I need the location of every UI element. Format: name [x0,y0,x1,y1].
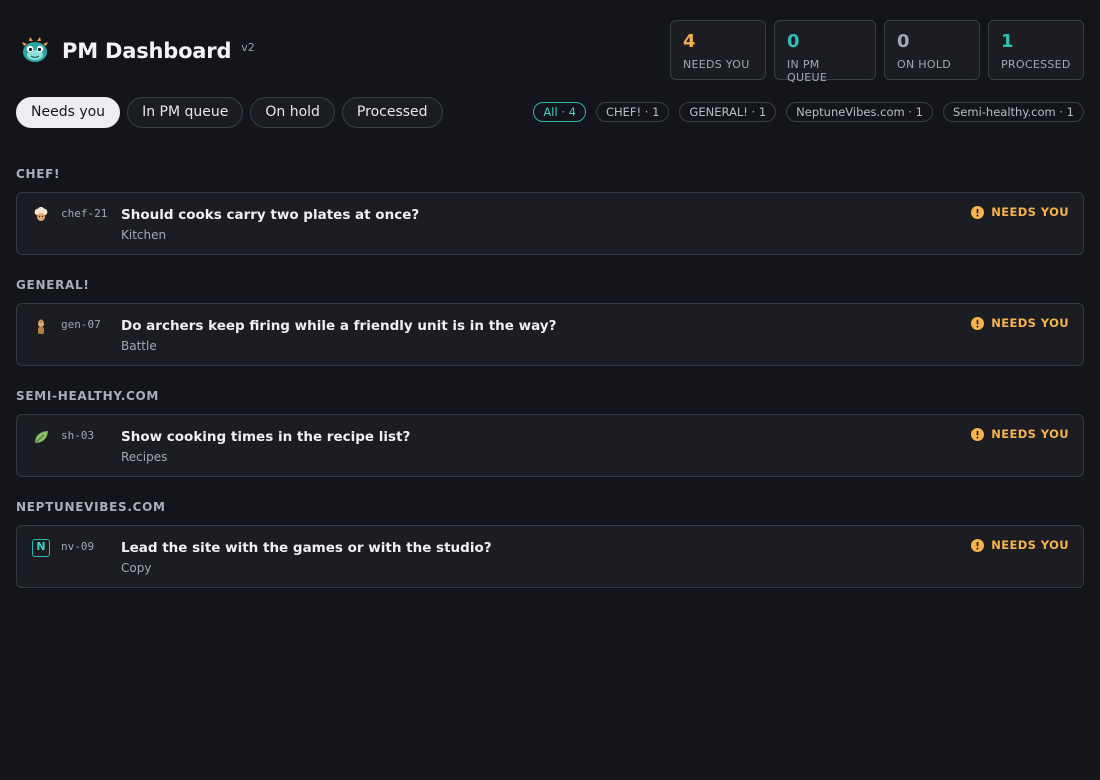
n-letter-icon: N [32,539,50,557]
stat-label: PROCESSED [1001,58,1071,71]
project-filters: All · 4 CHEF! · 1 GENERAL! · 1 NeptuneVi… [533,102,1084,122]
leaf-icon [34,431,48,444]
tab-in-pm-queue[interactable]: In PM queue [127,97,244,128]
section-label: GENERAL! [16,278,90,292]
stat-on-hold[interactable]: 0 ON HOLD [884,20,980,80]
filter-neptunevibes[interactable]: NeptuneVibes.com · 1 [786,102,933,122]
tab-processed[interactable]: Processed [341,97,443,128]
status-text: NEEDS YOU [991,538,1069,552]
chef-hat-icon [34,206,48,221]
item-question: Lead the site with the games or with the… [121,540,492,556]
stat-label: IN PM QUEUE [787,58,828,84]
list-item[interactable]: sh-03 Show cooking times in the recipe l… [16,414,1084,477]
item-question: Do archers keep firing while a friendly … [121,318,557,334]
teal-creature-logo-icon [22,37,48,62]
version-badge: v2 [241,40,255,54]
section-label: CHEF! [16,167,61,181]
stat-value: 4 [683,31,696,52]
tab-on-hold[interactable]: On hold [250,97,335,128]
item-code: sh-03 [61,429,95,442]
warning-icon [971,538,985,552]
stat-in-pm-queue[interactable]: 0 IN PM QUEUE [774,20,876,84]
stat-needs-you[interactable]: 4 NEEDS YOU [670,20,766,80]
stat-processed[interactable]: 1 PROCESSED [988,20,1084,80]
status-tabs: Needs you In PM queue On hold Processed [16,97,443,128]
status-text: NEEDS YOU [991,427,1069,441]
item-code: nv-09 [61,540,95,553]
status-badge: NEEDS YOU [971,538,1069,552]
item-code: gen-07 [61,318,101,331]
stat-value: 0 [787,31,800,52]
status-badge: NEEDS YOU [971,316,1069,330]
status-badge: NEEDS YOU [971,205,1069,219]
section-label: NEPTUNEVIBES.COM [16,500,166,514]
filter-all[interactable]: All · 4 [533,102,586,122]
stat-value: 0 [897,31,910,52]
status-text: NEEDS YOU [991,316,1069,330]
soldier-icon [38,319,44,334]
item-area: Copy [121,561,152,575]
stats-bar: 4 NEEDS YOU 0 IN PM QUEUE 0 ON HOLD 1 PR… [670,20,1084,84]
filter-general[interactable]: GENERAL! · 1 [679,102,777,122]
tab-needs-you[interactable]: Needs you [16,97,121,128]
item-area: Recipes [121,450,168,464]
section-label: SEMI-HEALTHY.COM [16,389,160,403]
stat-label: NEEDS YOU [683,58,750,71]
stat-label: ON HOLD [897,58,952,71]
status-badge: NEEDS YOU [971,427,1069,441]
item-question: Should cooks carry two plates at once? [121,207,420,223]
list-item[interactable]: gen-07 Do archers keep firing while a fr… [16,303,1084,366]
header: PM Dashboard v2 4 NEEDS YOU 0 IN PM QUEU… [16,20,1084,84]
filter-chef[interactable]: CHEF! · 1 [595,102,670,122]
item-code: chef-21 [61,207,108,220]
warning-icon [971,316,985,330]
filter-semi-healthy[interactable]: Semi-healthy.com · 1 [943,102,1084,122]
list-item[interactable]: chef-21 Should cooks carry two plates at… [16,192,1084,255]
stat-value: 1 [1001,31,1014,52]
warning-icon [971,427,985,441]
warning-icon [971,205,985,219]
brand: PM Dashboard v2 [20,36,255,66]
status-text: NEEDS YOU [991,205,1069,219]
item-area: Kitchen [121,228,167,242]
list-item[interactable]: N nv-09 Lead the site with the games or … [16,525,1084,588]
item-question: Show cooking times in the recipe list? [121,429,411,445]
item-area: Battle [121,339,157,353]
page-title: PM Dashboard [62,39,232,63]
